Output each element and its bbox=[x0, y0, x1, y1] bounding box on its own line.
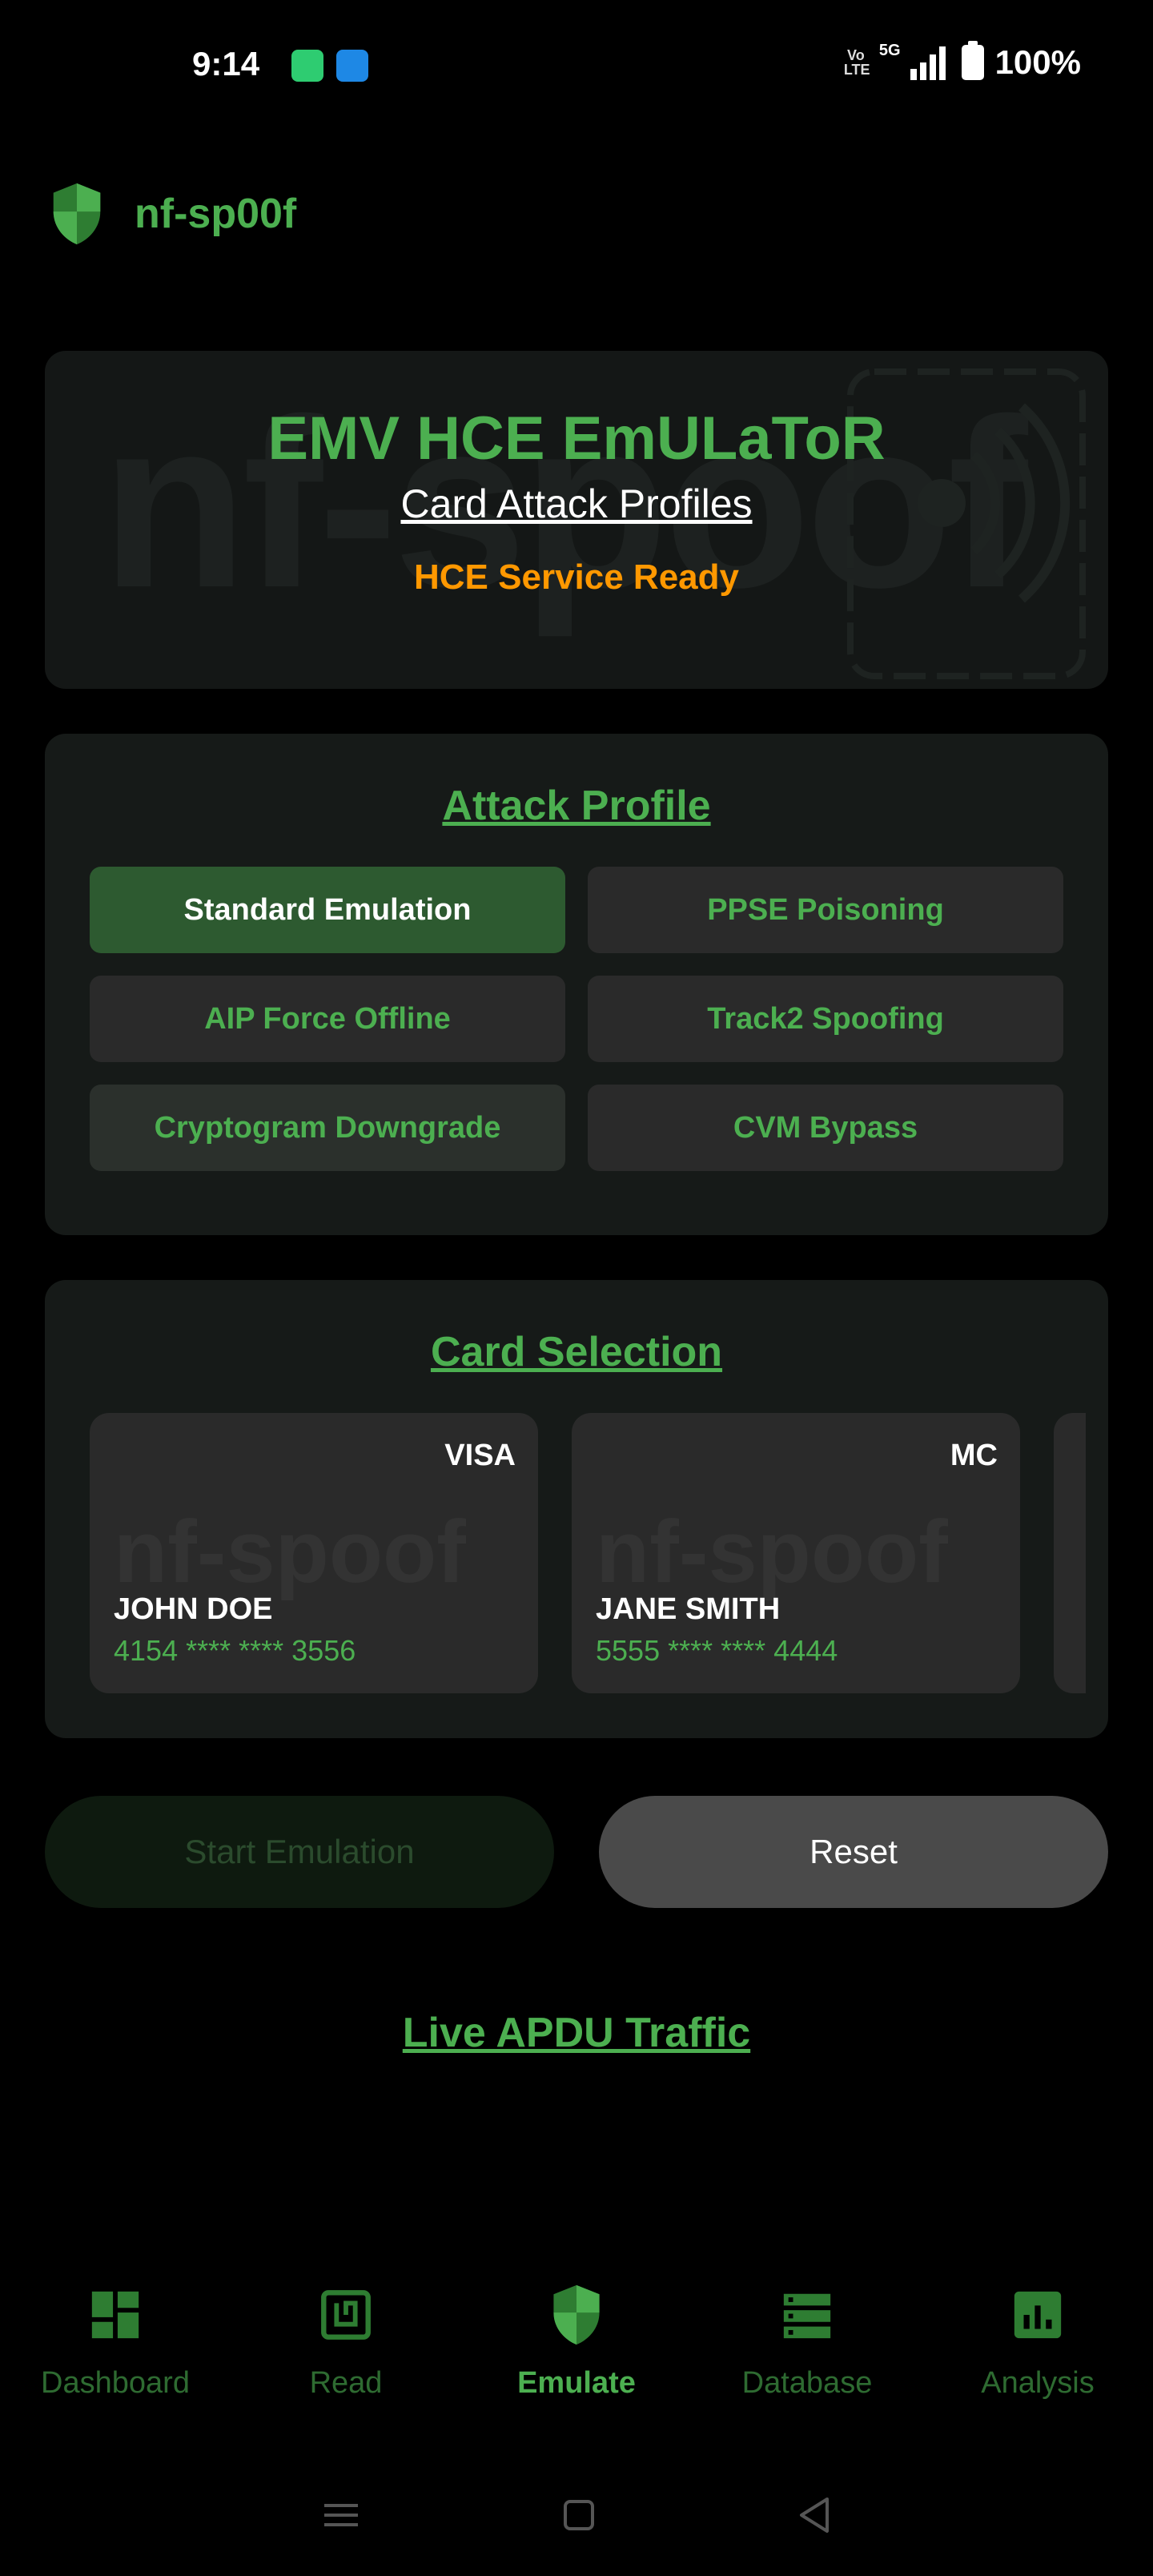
profile-ppse-poisoning[interactable]: PPSE Poisoning bbox=[588, 867, 1063, 953]
attack-profile-options: Standard Emulation PPSE Poisoning AIP Fo… bbox=[90, 867, 1063, 1171]
menu-icon[interactable] bbox=[321, 2499, 361, 2531]
credit-card-item[interactable]: nf-spoof MC JANE SMITH 5555 **** **** 44… bbox=[572, 1413, 1020, 1693]
dashboard-icon bbox=[87, 2276, 143, 2353]
profile-track2-spoofing[interactable]: Track2 Spoofing bbox=[588, 976, 1063, 1062]
emulator-hero-card: nf-spoof EMV HCE EmULaToR Card Attack Pr… bbox=[45, 351, 1108, 689]
card-number: 4154 **** **** 3556 bbox=[114, 1634, 356, 1667]
profile-aip-force-offline[interactable]: AIP Force Offline bbox=[90, 976, 565, 1062]
volte-icon: Vo LTE bbox=[843, 47, 870, 78]
nav-database[interactable]: Database bbox=[692, 2251, 922, 2427]
profile-standard-emulation[interactable]: Standard Emulation bbox=[90, 867, 565, 953]
shield-icon bbox=[548, 2276, 605, 2353]
card-brand: MC bbox=[950, 1439, 998, 1472]
app-header: nf-sp00f bbox=[48, 181, 296, 247]
card-holder: JOHN DOE bbox=[114, 1592, 273, 1626]
nav-label: Database bbox=[741, 2366, 873, 2400]
profile-cvm-bypass[interactable]: CVM Bypass bbox=[588, 1085, 1063, 1171]
credit-card-peek[interactable] bbox=[1054, 1413, 1086, 1693]
signal-icon bbox=[910, 46, 946, 80]
card-carousel[interactable]: nf-spoof VISA JOHN DOE 4154 **** **** 35… bbox=[90, 1413, 1108, 1693]
card-number: 5555 **** **** 4444 bbox=[596, 1634, 838, 1667]
nav-analysis[interactable]: Analysis bbox=[922, 2251, 1153, 2427]
nav-dashboard[interactable]: Dashboard bbox=[0, 2251, 231, 2427]
status-indicators: Vo LTE 5G 100% bbox=[843, 41, 1081, 82]
hero-title: EMV HCE EmULaToR bbox=[267, 405, 886, 473]
analysis-icon bbox=[1010, 2276, 1066, 2353]
nav-read[interactable]: Read bbox=[231, 2251, 461, 2427]
battery-percent: 100% bbox=[994, 43, 1081, 81]
nav-label: Dashboard bbox=[41, 2366, 190, 2400]
card-watermark: nf-spoof bbox=[596, 1503, 948, 1601]
card-selection-card: Card Selection nf-spoof VISA JOHN DOE 41… bbox=[45, 1280, 1108, 1738]
shield-icon bbox=[53, 183, 101, 245]
card-holder: JANE SMITH bbox=[596, 1592, 781, 1626]
attack-profile-title: Attack Profile bbox=[442, 783, 711, 829]
home-icon[interactable] bbox=[561, 2498, 597, 2533]
read-icon bbox=[318, 2276, 374, 2353]
network-type: 5G bbox=[878, 42, 901, 59]
hce-status: HCE Service Ready bbox=[414, 557, 739, 597]
nav-label: Analysis bbox=[981, 2366, 1095, 2400]
nav-label: Read bbox=[309, 2366, 383, 2400]
hero-subtitle: Card Attack Profiles bbox=[400, 481, 753, 526]
back-icon[interactable] bbox=[797, 2496, 832, 2534]
profile-cryptogram-downgrade[interactable]: Cryptogram Downgrade bbox=[90, 1085, 565, 1171]
system-navigation-bar bbox=[0, 2483, 1153, 2547]
nav-label: Emulate bbox=[517, 2366, 636, 2400]
card-selection-title: Card Selection bbox=[430, 1329, 723, 1375]
app-title: nf-sp00f bbox=[135, 191, 297, 237]
attack-profile-card: Attack Profile Standard Emulation PPSE P… bbox=[45, 734, 1108, 1235]
live-apdu-title: Live APDU Traffic bbox=[402, 2010, 751, 2056]
status-time: 9:14 bbox=[192, 45, 260, 83]
battery-icon bbox=[961, 41, 984, 80]
status-bar: 9:14 Vo LTE 5G 100% bbox=[0, 0, 1153, 131]
card-watermark: nf-spoof bbox=[114, 1503, 466, 1601]
battery-saver-notification-icon bbox=[291, 50, 323, 82]
database-icon bbox=[779, 2276, 835, 2353]
android-notification-icon bbox=[336, 50, 368, 82]
card-brand: VISA bbox=[444, 1439, 516, 1472]
start-emulation-button[interactable]: Start Emulation bbox=[45, 1796, 554, 1908]
reset-button[interactable]: Reset bbox=[599, 1796, 1108, 1908]
bottom-navigation: Dashboard Read Emulate Database Analysis bbox=[0, 2251, 1153, 2427]
nav-emulate[interactable]: Emulate bbox=[461, 2251, 692, 2427]
credit-card-item[interactable]: nf-spoof VISA JOHN DOE 4154 **** **** 35… bbox=[90, 1413, 538, 1693]
